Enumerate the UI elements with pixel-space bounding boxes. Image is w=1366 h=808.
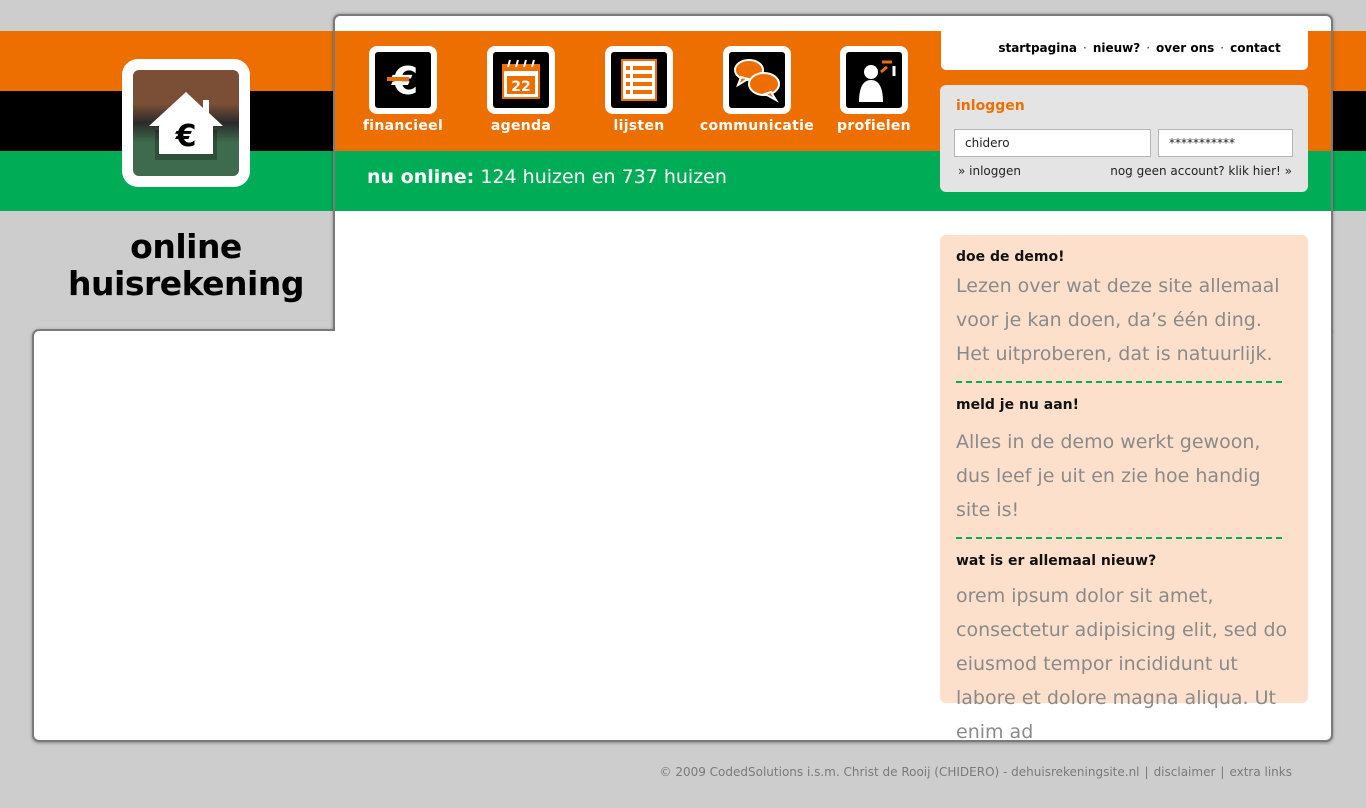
- list-icon: [605, 46, 673, 114]
- profile-icon: [840, 46, 908, 114]
- demo-heading: doe de demo!: [956, 249, 1065, 265]
- footer-copyright: © 2009 CodedSolutions i.s.m. Christ de R…: [659, 765, 1140, 779]
- site-title-line2: huisrekening: [68, 264, 304, 303]
- login-box: inloggen » inloggen nog geen account? kl…: [940, 85, 1308, 192]
- online-label: nu online:: [367, 166, 475, 188]
- signup-text: Alles in de demo werkt gewoon, dus leef …: [956, 431, 1261, 521]
- news-text: orem ipsum dolor sit amet, consectetur a…: [956, 585, 1288, 743]
- online-count: 124 huizen en 737 huizen: [480, 166, 727, 188]
- nav-label: lijsten: [613, 118, 665, 134]
- site-title: online huisrekening: [40, 228, 332, 302]
- svg-text:€: €: [175, 119, 197, 154]
- login-title: inloggen: [956, 98, 1025, 114]
- demo-text: Lezen over wat deze site allemaal voor j…: [956, 275, 1280, 365]
- chat-bubbles-icon: [723, 46, 791, 114]
- register-link[interactable]: nog geen account? klik hier! »: [1110, 164, 1292, 178]
- euro-icon: €: [369, 46, 437, 114]
- top-links: startpagina · nieuw? · over ons · contact: [941, 31, 1308, 70]
- nav-item-financieel[interactable]: € financieel: [343, 46, 463, 134]
- footer: © 2009 CodedSolutions i.s.m. Christ de R…: [659, 765, 1293, 779]
- nav-item-agenda[interactable]: 22 agenda: [461, 46, 581, 134]
- site-title-line1: online: [130, 227, 242, 266]
- nav-item-profielen[interactable]: profielen: [814, 46, 934, 134]
- password-input[interactable]: [1158, 129, 1293, 157]
- nav-label: financieel: [362, 118, 444, 134]
- link-nieuw[interactable]: nieuw?: [1093, 41, 1140, 55]
- demo-box: doe de demo! Lezen over wat deze site al…: [940, 235, 1308, 743]
- news-heading: wat is er allemaal nieuw?: [956, 553, 1157, 569]
- link-contact[interactable]: contact: [1230, 41, 1281, 55]
- calendar-icon: 22: [487, 46, 555, 114]
- online-status: nu online: 124 huizen en 737 huizen: [367, 166, 727, 188]
- login-link[interactable]: » inloggen: [958, 164, 1021, 178]
- divider: [956, 537, 1282, 539]
- svg-text:22: 22: [511, 79, 530, 95]
- username-input[interactable]: [954, 129, 1151, 157]
- nav-label: agenda: [490, 118, 552, 134]
- divider: [956, 381, 1282, 383]
- site-logo[interactable]: €: [122, 59, 250, 187]
- link-over-ons[interactable]: over ons: [1156, 41, 1214, 55]
- link-startpagina[interactable]: startpagina: [998, 41, 1077, 55]
- footer-disclaimer-link[interactable]: disclaimer: [1154, 765, 1216, 779]
- nav-label: profielen: [837, 118, 911, 134]
- nav-item-lijsten[interactable]: lijsten: [579, 46, 699, 134]
- signup-heading: meld je nu aan!: [956, 397, 1079, 413]
- footer-extra-links[interactable]: extra links: [1229, 765, 1292, 779]
- nav-item-communicatie[interactable]: communicatie: [697, 46, 817, 134]
- nav-label: communicatie: [699, 118, 815, 134]
- house-euro-icon: €: [133, 70, 239, 176]
